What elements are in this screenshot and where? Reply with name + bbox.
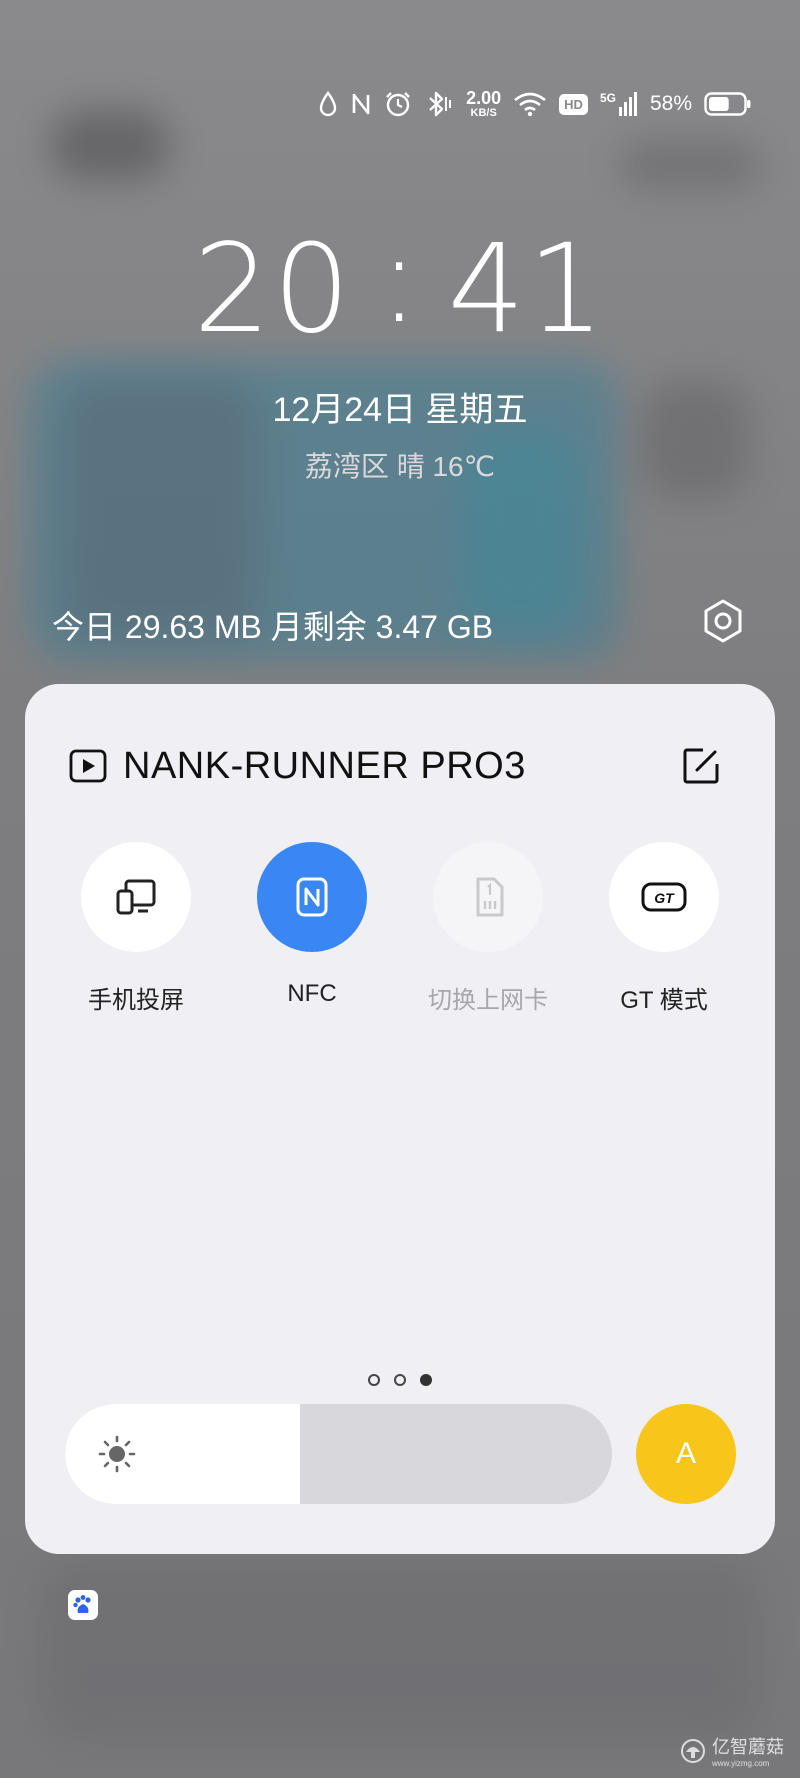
battery-icon bbox=[704, 92, 751, 116]
page-dot-1[interactable] bbox=[368, 1374, 380, 1386]
edit-icon[interactable] bbox=[681, 746, 721, 786]
gt-mode-icon: GT bbox=[641, 882, 687, 912]
page-indicator bbox=[25, 1374, 775, 1386]
clock-date: 12月24日 星期五 bbox=[272, 391, 528, 429]
gear-icon bbox=[704, 599, 742, 643]
media-device-title: NANK-RUNNER PRO3 bbox=[123, 744, 526, 787]
page-dot-2[interactable] bbox=[394, 1374, 406, 1386]
watermark: 亿智蘑菇 www.yizmg.com bbox=[680, 1733, 784, 1768]
network-type: 5G bbox=[599, 91, 616, 105]
data-usage-text[interactable]: 今日 29.63 MB 月剩余 3.47 GB bbox=[52, 602, 493, 648]
mushroom-logo-icon bbox=[681, 1738, 705, 1763]
tile-label: 手机投屏 bbox=[88, 987, 184, 1014]
media-play-icon bbox=[69, 749, 107, 783]
media-output-row[interactable]: NANK-RUNNER PRO3 bbox=[69, 738, 731, 794]
auto-brightness-button[interactable]: A bbox=[636, 1404, 736, 1504]
tile-label: NFC bbox=[287, 980, 337, 1007]
tile-nfc[interactable]: NFC bbox=[231, 842, 393, 1015]
svg-text:GT: GT bbox=[654, 890, 675, 906]
status-bar: 2.00 KB/S HD 5G 58% bbox=[318, 84, 752, 124]
tile-gt-mode-button[interactable]: GT bbox=[609, 842, 719, 952]
quick-settings-panel: NANK-RUNNER PRO3 手机投屏 NFC 切换上网卡 GT GT 模式… bbox=[25, 684, 775, 1554]
clock-time: 20:41 bbox=[193, 208, 607, 360]
tile-nfc-button[interactable] bbox=[257, 842, 367, 952]
bluetooth-icon bbox=[429, 91, 452, 117]
baidu-app-icon[interactable] bbox=[68, 1590, 98, 1620]
tile-switch-sim[interactable]: 切换上网卡 bbox=[407, 842, 569, 1015]
hd-badge: HD bbox=[559, 93, 588, 115]
nfc-icon bbox=[296, 877, 328, 917]
settings-button[interactable] bbox=[700, 598, 746, 644]
wifi-icon bbox=[514, 92, 546, 117]
speed-value: 2.00 bbox=[466, 88, 502, 108]
drop-icon bbox=[319, 91, 337, 117]
page-dot-3[interactable] bbox=[420, 1374, 432, 1386]
brightness-slider[interactable] bbox=[65, 1404, 612, 1504]
signal-group: 5G bbox=[600, 91, 638, 117]
baidu-paw-icon bbox=[73, 1595, 91, 1613]
alarm-icon bbox=[386, 92, 410, 117]
quick-tiles: 手机投屏 NFC 切换上网卡 GT GT 模式 bbox=[55, 842, 745, 1015]
tile-label: 切换上网卡 bbox=[428, 987, 548, 1014]
tile-screen-cast-button[interactable] bbox=[81, 842, 191, 952]
tile-gt-mode[interactable]: GT GT 模式 bbox=[583, 842, 745, 1015]
signal-icon bbox=[618, 92, 637, 116]
watermark-text: 亿智蘑菇 bbox=[712, 1737, 784, 1757]
tile-switch-sim-button[interactable] bbox=[433, 842, 543, 952]
screen-cast-icon bbox=[116, 879, 156, 915]
battery-percent: 58% bbox=[649, 92, 692, 115]
tile-screen-cast[interactable]: 手机投屏 bbox=[55, 842, 217, 1015]
sim-card-icon bbox=[476, 877, 504, 917]
speed-unit: KB/S bbox=[470, 107, 497, 119]
sun-icon bbox=[98, 1435, 136, 1473]
weather-info: 荔湾区 晴 16℃ bbox=[304, 451, 496, 482]
watermark-sub: www.yizmg.com bbox=[712, 1759, 770, 1768]
nfc-status-icon bbox=[352, 93, 370, 115]
tile-label: GT 模式 bbox=[620, 987, 708, 1014]
network-speed: 2.00 KB/S bbox=[466, 89, 501, 119]
